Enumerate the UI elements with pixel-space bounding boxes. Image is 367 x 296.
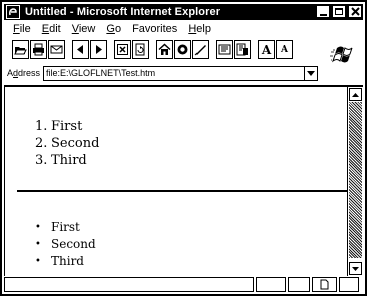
edit-button[interactable] [234, 40, 251, 59]
stop-button[interactable] [114, 40, 131, 59]
read-mail-icon [218, 44, 231, 55]
title-bar[interactable]: Untitled - Microsoft Internet Explorer [4, 4, 363, 20]
list-item: 1. First [35, 118, 99, 135]
menu-file[interactable]: File [4, 23, 36, 35]
list-item: 2. Second [35, 135, 99, 152]
list-item-text: Third [51, 254, 84, 268]
horizontal-rule [17, 190, 347, 192]
menu-view-accel: V [71, 22, 79, 35]
forward-icon [96, 45, 102, 54]
open-icon [14, 47, 27, 55]
list-item: • Third [35, 253, 96, 270]
address-input[interactable] [44, 66, 300, 80]
status-panel-zone [312, 277, 337, 292]
back-button[interactable] [72, 40, 89, 59]
menu-bar: File Edit View Go Favorites Help [4, 21, 324, 36]
list-item: 3. Third [35, 152, 99, 169]
print-icon [33, 43, 44, 56]
ie-window-icon[interactable] [6, 5, 20, 19]
larger-font-button[interactable]: A [258, 40, 275, 59]
menu-edit-label: dit [49, 22, 61, 35]
status-panel-security [288, 277, 310, 292]
menu-go-accel: G [106, 22, 115, 35]
send-icon [50, 45, 63, 54]
scroll-down-arrow-icon [352, 266, 359, 271]
browser-window: Untitled - Microsoft Internet Explorer F… [0, 0, 367, 296]
list-item-text: Third [51, 153, 87, 168]
status-text [4, 277, 254, 292]
ordered-list: 1. First 2. Second 3. Third [35, 118, 99, 169]
menu-view[interactable]: View [66, 23, 101, 35]
scroll-up-button[interactable] [349, 88, 362, 101]
scroll-down-button[interactable] [349, 262, 362, 275]
back-icon [77, 45, 83, 54]
list-item-text: First [51, 119, 83, 134]
window-title: Untitled - Microsoft Internet Explorer [25, 6, 221, 18]
menu-file-accel: F [13, 22, 20, 35]
address-label-post: dress [18, 68, 41, 78]
home-icon [158, 43, 171, 55]
list-marker: 1. [35, 119, 48, 134]
menu-go-label: o [114, 22, 122, 35]
search-icon [177, 44, 188, 55]
menu-favorites[interactable]: Favorites [126, 23, 182, 35]
open-button[interactable] [12, 40, 29, 59]
status-bar [4, 277, 363, 294]
menu-help-label: elp [196, 22, 211, 35]
address-dropdown-button[interactable] [304, 66, 317, 80]
menu-favorites-label: Favorites [132, 22, 178, 35]
refresh-icon [135, 43, 145, 56]
address-label: Address [7, 68, 40, 78]
menu-view-label: iew [78, 22, 96, 35]
send-button[interactable] [48, 40, 65, 59]
list-item-text: First [51, 220, 80, 234]
bullet-marker: • [35, 256, 41, 267]
scroll-track[interactable] [349, 102, 362, 258]
page-icon [320, 279, 329, 290]
menu-edit-accel: E [41, 22, 50, 35]
toolbar: A A [12, 39, 300, 60]
scroll-up-arrow-icon [352, 92, 359, 97]
address-field[interactable] [43, 65, 319, 81]
edit-icon [236, 43, 248, 56]
refresh-button[interactable] [132, 40, 149, 59]
list-item: • Second [35, 236, 96, 253]
favorites-icon [194, 45, 206, 56]
menu-go[interactable]: Go [100, 23, 126, 35]
status-panel-resize[interactable] [339, 277, 359, 292]
list-marker: 3. [35, 153, 48, 168]
smaller-font-icon: A [281, 44, 288, 55]
stop-icon [117, 44, 128, 55]
smaller-font-button[interactable]: A [276, 40, 293, 59]
bullet-marker: • [35, 239, 41, 250]
address-bar: Address [4, 64, 329, 82]
list-item-text: Second [51, 237, 96, 251]
read-mail-button[interactable] [216, 40, 233, 59]
bullet-marker: • [35, 222, 41, 233]
windows-logo-icon [330, 46, 353, 63]
search-button[interactable] [174, 40, 191, 59]
forward-button[interactable] [90, 40, 107, 59]
unordered-list: • First • Second • Third [35, 219, 96, 270]
minimize-button[interactable] [316, 5, 330, 18]
menu-help[interactable]: Help [182, 23, 216, 35]
favorites-button[interactable] [192, 40, 209, 59]
menu-file-label: ile [19, 22, 31, 35]
larger-font-icon: A [261, 42, 272, 57]
vertical-scrollbar[interactable] [347, 85, 363, 276]
minimize-icon [319, 13, 327, 16]
menu-edit[interactable]: Edit [36, 23, 66, 35]
home-button[interactable] [156, 40, 173, 59]
close-button[interactable] [348, 5, 362, 18]
status-panel-progress [256, 277, 286, 292]
maximize-icon [335, 8, 343, 15]
chevron-down-icon [307, 70, 316, 76]
print-button[interactable] [30, 40, 47, 59]
list-item-text: Second [51, 136, 100, 151]
list-item: • First [35, 219, 96, 236]
maximize-button[interactable] [332, 5, 346, 18]
page-content[interactable]: 1. First 2. Second 3. Third • First • Second … [4, 85, 347, 276]
list-marker: 2. [35, 136, 48, 151]
close-icon [350, 7, 360, 16]
